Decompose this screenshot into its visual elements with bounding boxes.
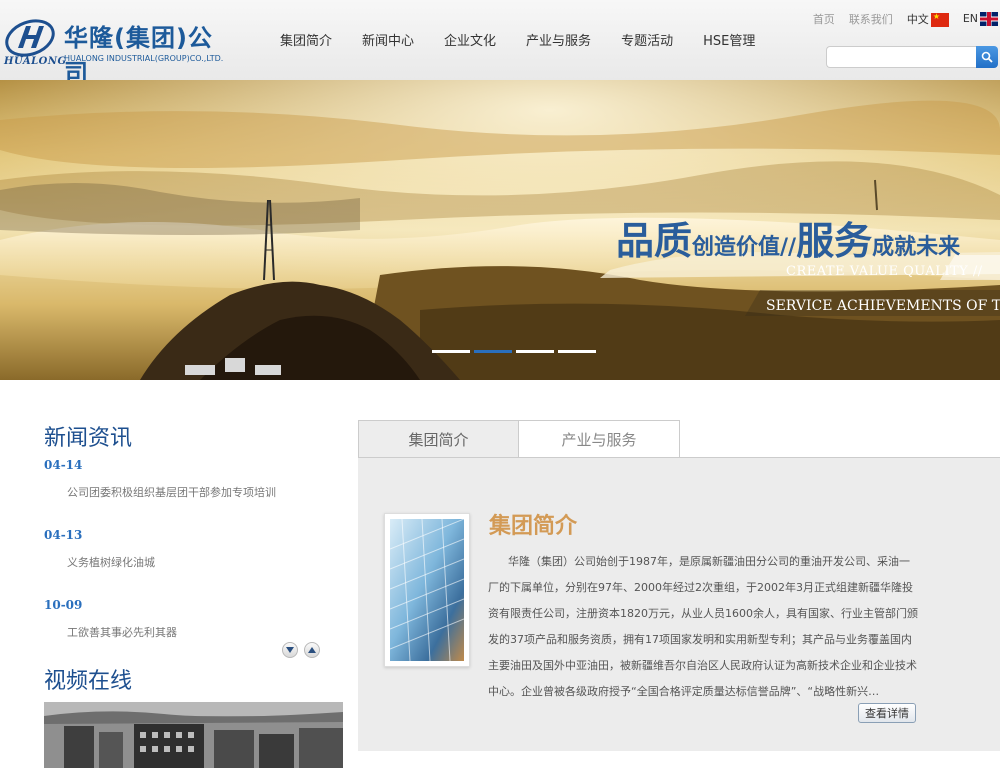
list-item: 04-14 公司团委积极组织基层团干部参加专项培训 [44,458,324,528]
company-logo[interactable]: HUALONG 华隆(集团)公司 HUALONG INDUSTRIAL(GROU… [2,14,224,87]
news-section-title: 新闻资讯 [44,426,133,451]
news-scroll-controls [282,642,326,658]
hero-banner[interactable]: 品质创造价值//服务成就未来 CREATE VALUE QUALITY // S… [0,80,1000,380]
glass-building-image [389,518,465,662]
video-section-title: 视频在线 [44,669,133,694]
contact-link[interactable]: 联系我们 [849,11,893,27]
top-links: 首页 联系我们 中文 EN [799,10,998,28]
news-link[interactable]: 公司团委积极组织基层团干部参加专项培训 [44,484,324,500]
search-icon [981,51,993,63]
logo-mark-text: HUALONG [4,56,67,67]
news-list: 04-14 公司团委积极组织基层团干部参加专项培训 04-13 义务植树绿化油城… [44,458,324,668]
slide-dot-1[interactable] [432,350,470,353]
slogan-quality: 品质 [616,218,693,263]
panel-description: 华隆（集团）公司始创于1987年，是原属新疆油田分公司的重油开发公司、采油一厂的… [488,555,918,698]
content-tabs: 集团简介 产业与服务 [358,420,680,458]
tab-group-intro[interactable]: 集团简介 [358,420,519,458]
nav-item-news-center[interactable]: 新闻中心 [362,30,414,50]
lang-en-link[interactable]: EN [963,12,998,26]
lang-cn-link[interactable]: 中文 [907,11,949,27]
video-thumbnail-image [44,702,343,768]
lang-cn-label: 中文 [906,13,929,26]
chevron-down-icon [286,647,294,653]
video-thumbnail[interactable] [44,702,343,768]
main-nav: 集团简介 新闻中心 企业文化 产业与服务 专题活动 HSE管理 [280,30,785,50]
tab-panel: 集团简介 华隆（集团）公司始创于1987年，是原属新疆油田分公司的重油开发公司、… [358,457,1000,751]
view-details-button[interactable]: 查看详情 [858,703,916,723]
tab-industry-services[interactable]: 产业与服务 [519,420,680,458]
nav-item-group-intro[interactable]: 集团简介 [280,30,332,50]
slogan-create-value: 创造价值// [692,234,797,260]
banner-slogan-en-2: SERVICE ACHIEVEMENTS OF THE FUTU [766,298,1000,314]
uk-flag-icon [980,12,998,26]
slide-dot-2[interactable] [474,350,512,353]
slogan-future: 成就未来 [872,234,961,260]
slide-dot-3[interactable] [516,350,554,353]
site-header: HUALONG 华隆(集团)公司 HUALONG INDUSTRIAL(GROU… [0,0,1000,87]
search-bar [826,46,998,68]
china-flag-icon [930,12,949,27]
company-name-cn: 华隆(集团)公司 [64,24,213,87]
slide-dot-4[interactable] [558,350,596,353]
panel-heading: 集团简介 [489,514,578,539]
banner-slogan-en-1: CREATE VALUE QUALITY // [786,264,983,279]
chevron-up-icon [308,647,316,653]
hualong-logo-icon [5,19,55,57]
search-input[interactable] [826,46,976,68]
lang-en-label: EN [962,12,978,25]
nav-item-hse[interactable]: HSE管理 [703,30,755,50]
building-image [384,513,470,667]
nav-item-culture[interactable]: 企业文化 [444,30,496,50]
news-date: 04-13 [44,528,83,542]
slide-indicators [432,350,600,353]
nav-item-industry-services[interactable]: 产业与服务 [526,30,591,50]
news-scroll-down-button[interactable] [282,642,298,658]
home-link[interactable]: 首页 [813,11,835,27]
company-name-en: HUALONG INDUSTRIAL(GROUP)CO.,LTD. [64,54,224,63]
news-date: 04-14 [44,458,83,472]
news-link[interactable]: 工欲善其事必先利其器 [44,624,324,640]
news-date: 10-09 [44,598,83,612]
slogan-service: 服务 [796,218,873,263]
search-button[interactable] [976,46,998,68]
nav-item-special-events[interactable]: 专题活动 [621,30,673,50]
list-item: 04-13 义务植树绿化油城 [44,528,324,598]
news-link[interactable]: 义务植树绿化油城 [44,554,324,570]
banner-slogan-cn: 品质创造价值//服务成就未来 [616,210,960,265]
news-scroll-up-button[interactable] [304,642,320,658]
